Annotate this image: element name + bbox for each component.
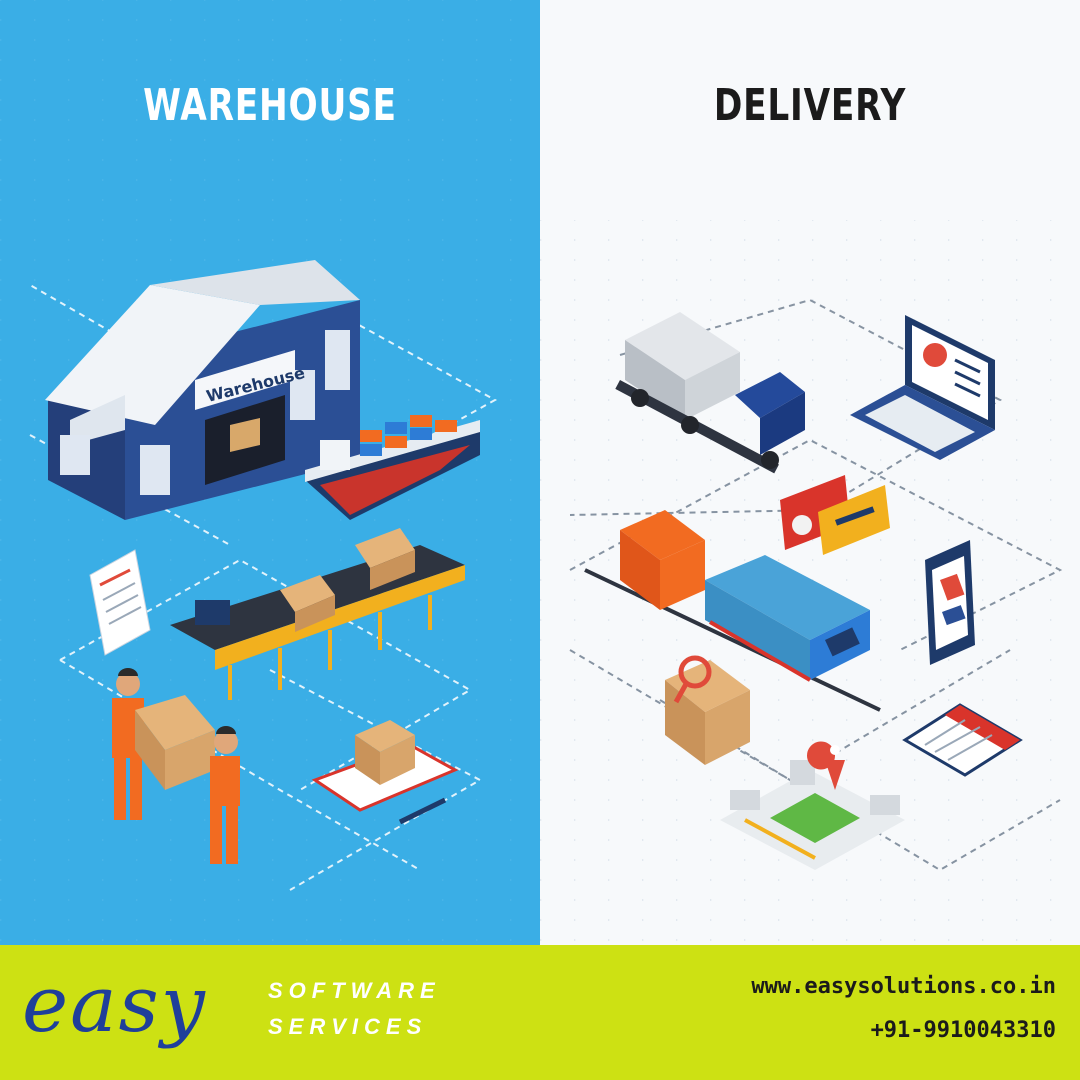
parcel-with-magnifier — [665, 655, 750, 765]
box-on-clipboard — [311, 720, 459, 825]
delivery-illustration — [569, 298, 1063, 872]
smartphone — [925, 540, 975, 665]
brand-logo-script: easy — [22, 960, 207, 1050]
website-link[interactable]: www.easysolutions.co.in — [751, 974, 1056, 999]
phone-number[interactable]: +91-9910043310 — [871, 1018, 1056, 1043]
warehouse-panel: WAREHOUSE Warehouse — [0, 0, 540, 945]
city-map-pin — [720, 741, 905, 870]
delivery-truck — [615, 312, 805, 474]
warehouse-illustration: Warehouse — [29, 260, 498, 891]
calendar — [902, 703, 1023, 777]
workers-carrying-box — [112, 668, 240, 864]
delivery-panel: DELIVERY — [540, 0, 1080, 945]
brand-line-software: SOFTWARE — [268, 978, 441, 1003]
credit-cards — [780, 475, 890, 555]
laptop — [850, 315, 995, 460]
conveyor-belt — [170, 528, 465, 700]
brand-line-services: SERVICES — [268, 1014, 428, 1039]
